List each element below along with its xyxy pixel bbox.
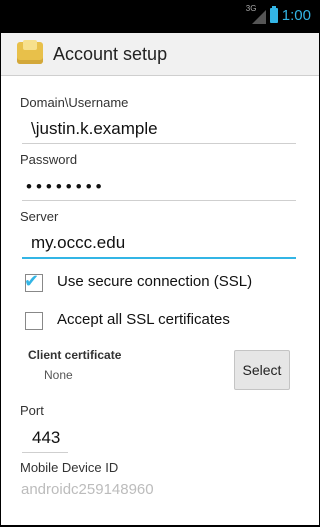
server-underline	[22, 257, 296, 259]
domain-username-field[interactable]: \justin.k.example	[31, 119, 158, 139]
select-certificate-button[interactable]: Select	[234, 350, 290, 390]
client-certificate-label: Client certificate	[28, 348, 122, 362]
page-title: Account setup	[53, 44, 168, 64]
status-bar: 3G 1:00	[1, 1, 319, 33]
server-label: Server	[20, 209, 59, 224]
port-underline	[22, 452, 68, 453]
account-setup-icon[interactable]	[17, 40, 43, 64]
mobile-device-id-value: androidc259148960	[21, 481, 154, 498]
accept-all-ssl-checkbox[interactable]	[25, 312, 43, 330]
port-label: Port	[20, 403, 44, 418]
domain-username-underline	[22, 143, 296, 144]
battery-icon	[269, 6, 278, 23]
ssl-label: Use secure connection (SSL)	[57, 273, 253, 290]
signal-icon: 3G	[246, 4, 266, 24]
password-underline	[22, 200, 296, 201]
clock: 1:00	[281, 7, 311, 24]
account-setup-screen: 3G 1:00 Account setup Domain\Username \j…	[1, 1, 319, 525]
port-field[interactable]: 443	[32, 428, 60, 448]
ssl-checkbox[interactable]: ✔	[24, 271, 43, 292]
client-certificate-value: None	[44, 368, 73, 382]
accept-all-ssl-label: Accept all SSL certificates	[57, 311, 230, 328]
server-field[interactable]: my.occc.edu	[31, 233, 125, 253]
action-bar: Account setup	[1, 33, 319, 76]
status-indicators: 3G 1:00	[246, 4, 311, 25]
domain-username-label: Domain\Username	[20, 95, 129, 110]
password-label: Password	[20, 152, 78, 167]
check-icon: ✔	[24, 271, 40, 291]
mobile-device-id-label: Mobile Device ID	[20, 460, 119, 475]
password-field[interactable]: ••••••••	[26, 177, 106, 197]
